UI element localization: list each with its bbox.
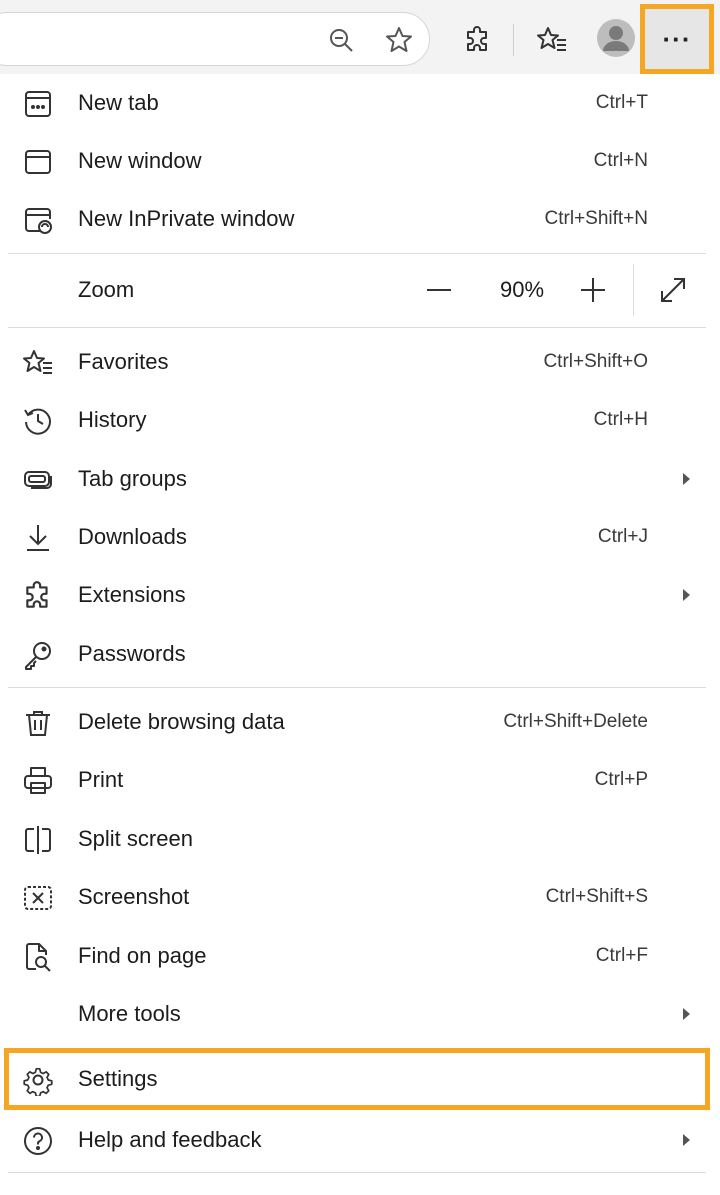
zoom-out-button[interactable] — [417, 268, 461, 312]
shortcut-text: Ctrl+T — [595, 92, 648, 113]
trash-icon — [22, 707, 54, 739]
submenu-arrow-icon — [683, 589, 690, 601]
menu-item-split-screen[interactable]: Split screen — [0, 810, 720, 868]
favorite-star-icon[interactable] — [379, 20, 419, 60]
menu-item-label: New tab — [78, 90, 159, 115]
gear-icon — [22, 1064, 54, 1096]
extensions-icon[interactable] — [458, 20, 498, 60]
printer-icon — [22, 765, 54, 797]
zoom-in-button[interactable] — [571, 268, 615, 312]
inprivate-window-icon — [22, 204, 54, 236]
menu-item-downloads[interactable]: Downloads Ctrl+J — [0, 508, 720, 566]
submenu-arrow-icon — [683, 473, 690, 485]
menu-item-extensions[interactable]: Extensions — [0, 566, 720, 624]
menu-item-label: Downloads — [78, 524, 187, 549]
menu-item-settings[interactable]: Settings — [0, 1050, 720, 1108]
shortcut-text: Ctrl+P — [594, 769, 648, 790]
menu-item-label: Passwords — [78, 641, 186, 666]
menu-item-new-inprivate-window[interactable]: New InPrivate window Ctrl+Shift+N — [0, 190, 720, 248]
menu-item-label: Screenshot — [78, 884, 190, 909]
menu-item-label: New InPrivate window — [78, 206, 295, 231]
menu-item-label: Find on page — [78, 943, 207, 968]
zoom-value: 90% — [499, 277, 545, 302]
menu-item-history[interactable]: History Ctrl+H — [0, 391, 720, 449]
shortcut-text: Ctrl+Shift+S — [545, 886, 648, 907]
menu-item-help-and-feedback[interactable]: Help and feedback — [0, 1111, 720, 1169]
shortcut-text: Ctrl+J — [597, 526, 648, 547]
screenshot-icon — [22, 882, 54, 914]
new-window-icon — [22, 146, 54, 178]
history-icon — [22, 405, 54, 437]
profile-avatar-icon[interactable] — [596, 18, 636, 58]
shortcut-text: Ctrl+F — [595, 945, 648, 966]
settings-menu: New tab Ctrl+T New window Ctrl+N New InP… — [0, 74, 720, 1195]
menu-item-label: Help and feedback — [78, 1127, 262, 1152]
menu-item-find-on-page[interactable]: Find on page Ctrl+F — [0, 927, 720, 985]
key-icon — [22, 639, 54, 671]
menu-divider — [8, 327, 706, 328]
menu-item-label: Favorites — [78, 349, 169, 374]
menu-item-zoom: Zoom 90% — [0, 254, 720, 326]
menu-item-new-tab[interactable]: New tab Ctrl+T — [0, 74, 720, 132]
menu-item-label: Split screen — [78, 826, 193, 851]
menu-item-label: Tab groups — [78, 466, 187, 491]
new-tab-icon — [22, 88, 54, 120]
more-dots-icon: ··· — [662, 23, 692, 54]
menu-item-new-window[interactable]: New window Ctrl+N — [0, 132, 720, 190]
shortcut-text: Ctrl+Shift+Delete — [503, 711, 648, 732]
menu-item-label: Print — [78, 767, 124, 792]
zoom-divider — [633, 264, 634, 316]
menu-item-favorites[interactable]: Favorites Ctrl+Shift+O — [0, 333, 720, 391]
menu-divider — [8, 687, 706, 688]
help-icon — [22, 1125, 54, 1157]
shortcut-text: Ctrl+N — [593, 150, 648, 171]
menu-item-label: Settings — [78, 1066, 158, 1091]
menu-item-label: Delete browsing data — [78, 709, 285, 734]
menu-item-more-tools[interactable]: More tools — [0, 985, 720, 1043]
submenu-arrow-icon — [683, 1008, 690, 1020]
menu-item-label: More tools — [78, 1001, 181, 1026]
menu-item-delete-browsing-data[interactable]: Delete browsing data Ctrl+Shift+Delete — [0, 693, 720, 751]
menu-item-tab-groups[interactable]: Tab groups — [0, 450, 720, 508]
menu-item-label: New window — [78, 148, 202, 173]
split-screen-icon — [22, 824, 54, 856]
find-page-icon — [22, 941, 54, 973]
fullscreen-button[interactable] — [651, 268, 695, 312]
download-icon — [22, 522, 54, 554]
favorites-icon — [22, 347, 54, 379]
toolbar-divider — [513, 24, 514, 56]
zoom-label: Zoom — [78, 277, 135, 302]
menu-item-label: Extensions — [78, 582, 186, 607]
address-bar[interactable] — [0, 12, 430, 66]
shortcut-text: Ctrl+Shift+N — [544, 208, 648, 229]
extensions-icon — [22, 580, 54, 612]
submenu-arrow-icon — [683, 1134, 690, 1146]
menu-item-screenshot[interactable]: Screenshot Ctrl+Shift+S — [0, 868, 720, 926]
shortcut-text: Ctrl+Shift+O — [543, 351, 648, 372]
favorites-list-icon[interactable] — [532, 20, 572, 60]
tab-groups-icon — [22, 464, 54, 496]
browser-toolbar: ··· — [0, 0, 720, 80]
settings-and-more-button[interactable]: ··· — [640, 4, 714, 74]
menu-item-passwords[interactable]: Passwords — [0, 625, 720, 683]
zoom-out-icon[interactable] — [321, 20, 361, 60]
shortcut-text: Ctrl+H — [593, 409, 648, 430]
menu-item-label: History — [78, 407, 147, 432]
menu-divider — [8, 1172, 706, 1173]
menu-item-print[interactable]: Print Ctrl+P — [0, 751, 720, 809]
